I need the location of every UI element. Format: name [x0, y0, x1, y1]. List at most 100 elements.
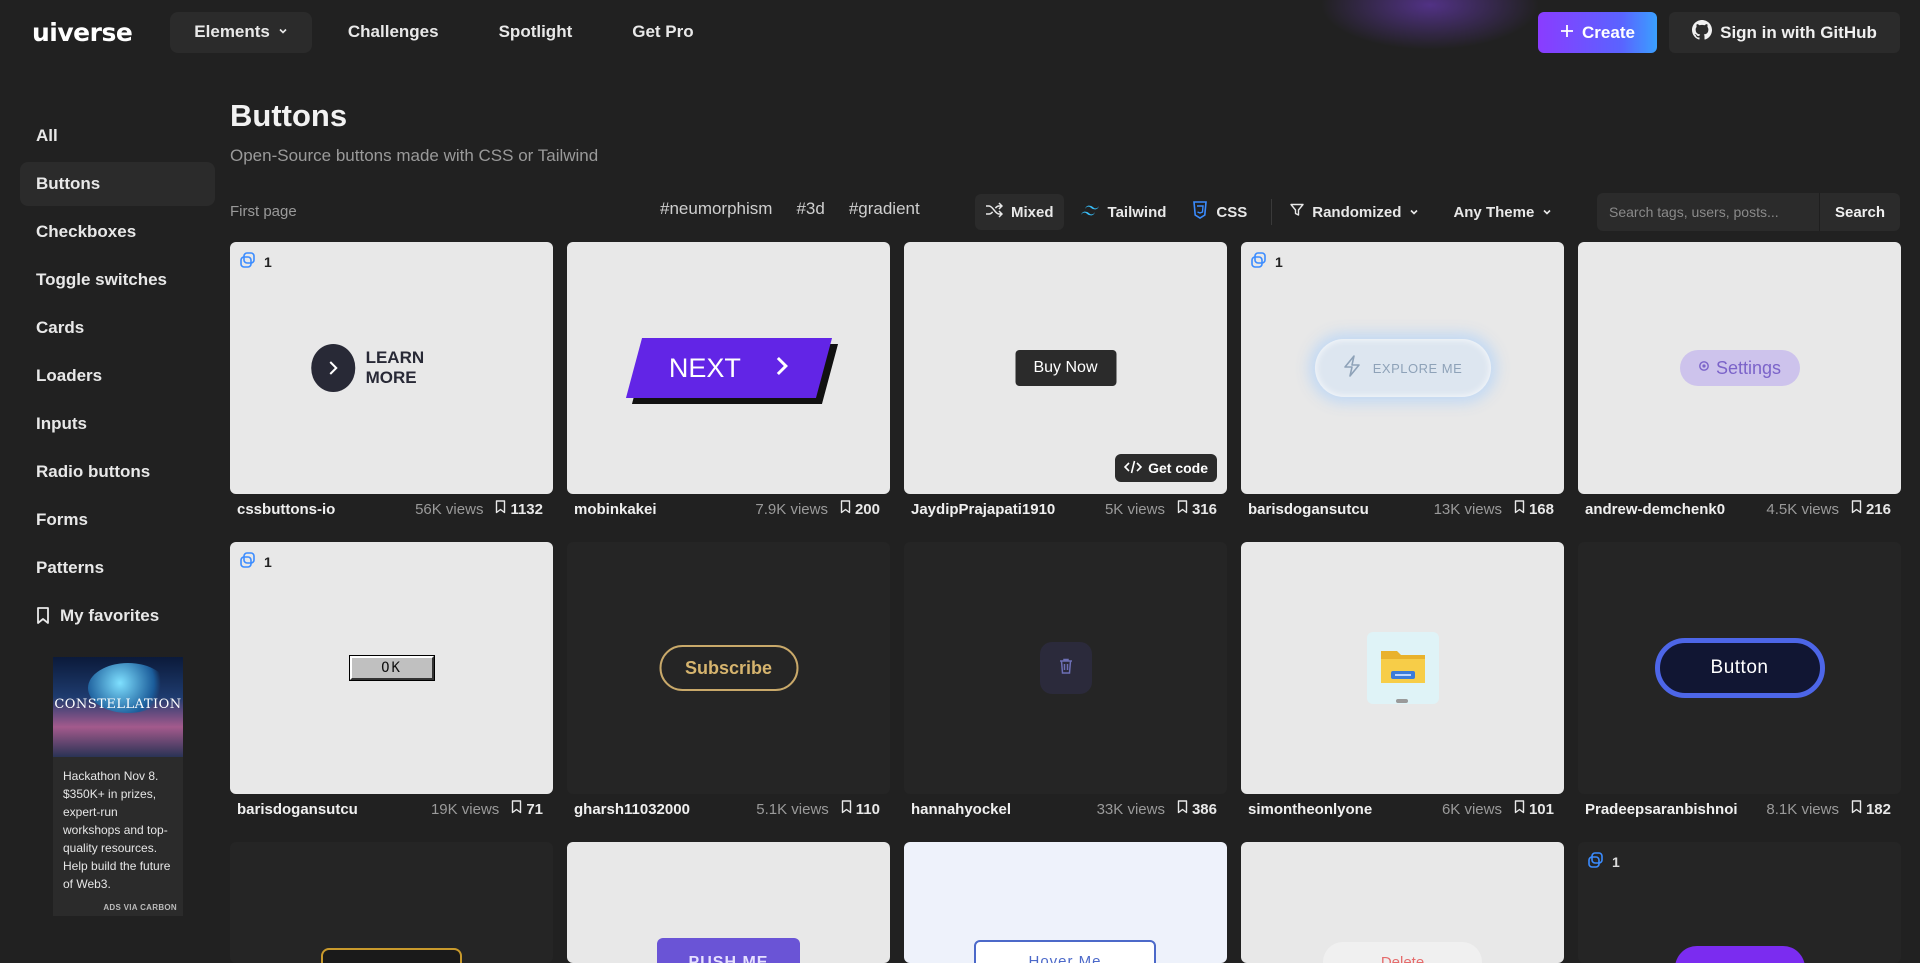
- save-button[interactable]: 110: [841, 800, 890, 818]
- search-button[interactable]: Search: [1819, 193, 1900, 231]
- sidebar-item-buttons[interactable]: Buttons: [20, 162, 215, 206]
- filter-tailwind[interactable]: Tailwind: [1070, 194, 1177, 230]
- save-button[interactable]: 216: [1851, 500, 1901, 518]
- author-name[interactable]: JaydipPrajapati1910: [904, 501, 1105, 518]
- preview-push-me-button[interactable]: PUSH ME: [657, 938, 800, 963]
- ad-footer[interactable]: ADS VIA CARBON: [103, 903, 177, 912]
- component-card[interactable]: Settings: [1578, 242, 1901, 494]
- github-signin-button[interactable]: Sign in with GitHub: [1669, 12, 1900, 53]
- sidebar-item-patterns[interactable]: Patterns: [20, 546, 215, 590]
- arrow-circle-icon: [310, 344, 356, 392]
- nav-spotlight[interactable]: Spotlight: [475, 12, 597, 53]
- preview-gold-button[interactable]: [321, 948, 462, 963]
- sidebar-item-checkboxes[interactable]: Checkboxes: [20, 210, 215, 254]
- sidebar-item-radio-buttons[interactable]: Radio buttons: [20, 450, 215, 494]
- tag-neumorphism[interactable]: #neumorphism: [660, 199, 772, 219]
- preview-settings-button[interactable]: Settings: [1679, 350, 1800, 386]
- component-card[interactable]: 1 LEARN MORE: [230, 242, 553, 494]
- search-input[interactable]: [1597, 193, 1819, 231]
- save-count: 1132: [510, 500, 543, 518]
- component-card[interactable]: PUSH ME: [567, 842, 890, 963]
- save-button[interactable]: 182: [1851, 800, 1901, 818]
- preview-explore-button[interactable]: EXPLORE ME: [1314, 339, 1491, 397]
- sidebar-item-favorites[interactable]: My favorites: [20, 594, 215, 638]
- author-name[interactable]: barisdogansutcu: [1241, 501, 1434, 518]
- save-button[interactable]: 386: [1177, 800, 1227, 818]
- css3-icon: [1192, 201, 1208, 223]
- save-button[interactable]: 71: [511, 800, 553, 818]
- component-card[interactable]: 1: [1578, 842, 1901, 963]
- view-count: 13K views: [1433, 500, 1502, 518]
- bookmark-icon: [841, 800, 852, 818]
- save-button[interactable]: 1132: [495, 500, 553, 518]
- ad-image[interactable]: CONSTELLATION: [53, 657, 183, 757]
- preview-label: Settings: [1715, 357, 1782, 378]
- component-card[interactable]: [230, 842, 553, 963]
- author-name[interactable]: mobinkakei: [567, 501, 755, 518]
- theme-dropdown[interactable]: Any Theme: [1443, 194, 1562, 230]
- component-card[interactable]: [1241, 542, 1564, 794]
- author-name[interactable]: gharsh11032000: [567, 801, 756, 818]
- component-card[interactable]: [904, 542, 1227, 794]
- sidebar-item-loaders[interactable]: Loaders: [20, 354, 215, 398]
- preview-learn-more-button[interactable]: LEARN MORE: [310, 344, 473, 392]
- nav-elements[interactable]: Elements: [170, 11, 312, 53]
- author-name[interactable]: barisdogansutcu: [230, 801, 431, 818]
- save-button[interactable]: 316: [1177, 500, 1227, 518]
- tag-3d[interactable]: #3d: [796, 199, 824, 219]
- preview-delete-button[interactable]: Delete: [1323, 942, 1482, 963]
- shuffle-icon: [985, 202, 1004, 222]
- sidebar-item-cards[interactable]: Cards: [20, 306, 215, 350]
- preview-outlined-button[interactable]: Button: [1654, 638, 1825, 698]
- nav-challenges[interactable]: Challenges: [324, 12, 463, 53]
- preview-hover-me-button[interactable]: Hover Me: [974, 940, 1156, 963]
- code-icon: [1123, 460, 1143, 477]
- author-name[interactable]: hannahyockel: [904, 801, 1097, 818]
- component-card[interactable]: Button: [1578, 542, 1901, 794]
- preview-purple-button[interactable]: [1675, 946, 1805, 963]
- ad-text[interactable]: Hackathon Nov 8. $350K+ in prizes, exper…: [53, 757, 183, 893]
- filter-mixed[interactable]: Mixed: [975, 194, 1064, 230]
- save-button[interactable]: 101: [1514, 800, 1564, 818]
- author-name[interactable]: Pradeepsaranbishnoi: [1578, 801, 1766, 818]
- preview-folder-button[interactable]: [1366, 632, 1439, 704]
- save-button[interactable]: 168: [1514, 500, 1564, 518]
- carbon-ad[interactable]: CONSTELLATION Hackathon Nov 8. $350K+ in…: [53, 657, 183, 916]
- component-card[interactable]: 1 EXPLORE ME: [1241, 242, 1564, 494]
- preview-subscribe-button[interactable]: Subscribe: [659, 645, 798, 691]
- component-card[interactable]: Hover Me: [904, 842, 1227, 963]
- filter-css[interactable]: CSS: [1182, 194, 1257, 230]
- component-card[interactable]: Subscribe: [567, 542, 890, 794]
- sort-label: Randomized: [1312, 203, 1402, 221]
- first-page-link[interactable]: First page: [230, 203, 297, 220]
- author-name[interactable]: simontheonlyone: [1241, 801, 1442, 818]
- component-card[interactable]: NEXT: [567, 242, 890, 494]
- sidebar-item-toggle-switches[interactable]: Toggle switches: [20, 258, 215, 302]
- preview-ok-button[interactable]: OK: [348, 655, 435, 681]
- get-code-button[interactable]: Get code: [1115, 454, 1217, 482]
- component-card[interactable]: Buy Now Get code: [904, 242, 1227, 494]
- bookmark-icon: [1851, 800, 1862, 818]
- sidebar-item-all[interactable]: All: [20, 114, 215, 158]
- save-count: 200: [854, 500, 880, 518]
- bookmark-icon: [511, 800, 522, 818]
- author-name[interactable]: cssbuttons-io: [230, 501, 415, 518]
- sidebar-item-inputs[interactable]: Inputs: [20, 402, 215, 446]
- preview-next-button[interactable]: NEXT: [625, 338, 838, 404]
- copies-count: 1: [1612, 853, 1620, 870]
- component-card[interactable]: 1 OK: [230, 542, 553, 794]
- component-card[interactable]: Delete: [1241, 842, 1564, 963]
- save-button[interactable]: 200: [840, 500, 890, 518]
- preview-delete-icon-button[interactable]: [1039, 642, 1092, 694]
- preview-buy-now-button[interactable]: Buy Now: [1015, 350, 1116, 386]
- sidebar-item-forms[interactable]: Forms: [20, 498, 215, 542]
- chevron-down-icon: [278, 26, 288, 39]
- trash-icon: [1059, 658, 1073, 679]
- copy-icon: [1251, 252, 1267, 271]
- create-button[interactable]: Create: [1538, 12, 1657, 53]
- author-name[interactable]: andrew-demchenk0: [1578, 501, 1766, 518]
- uiverse-logo[interactable]: uiverse: [32, 18, 133, 47]
- nav-get-pro[interactable]: Get Pro: [608, 12, 717, 53]
- sort-dropdown[interactable]: Randomized: [1280, 194, 1429, 230]
- tag-gradient[interactable]: #gradient: [849, 199, 920, 219]
